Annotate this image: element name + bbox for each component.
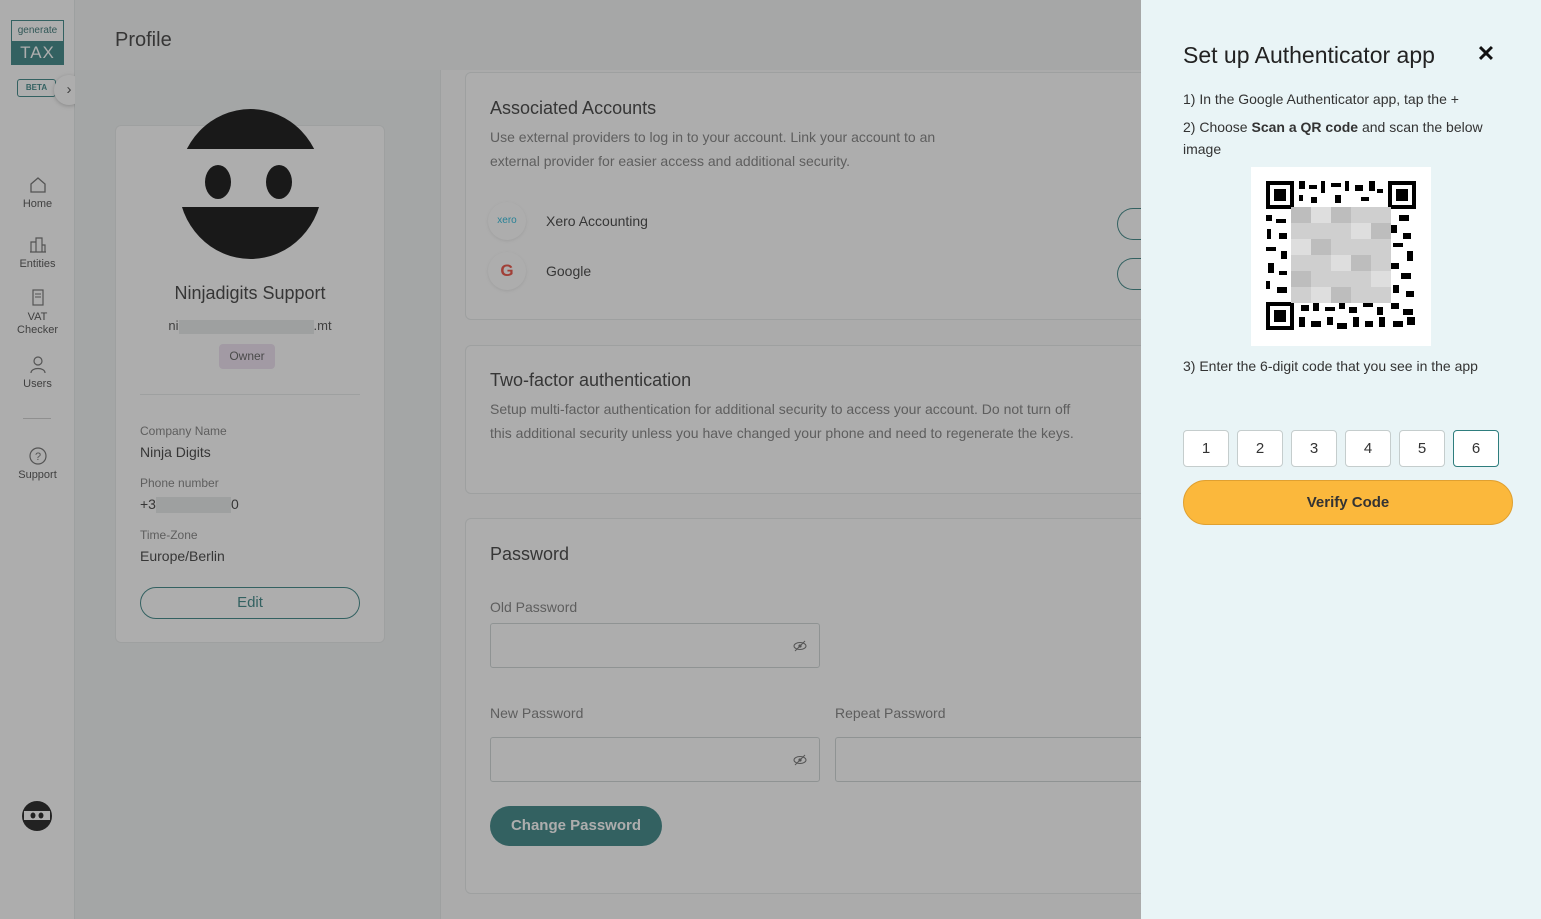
step-2-text: 2) Choose Scan a QR code and scan the be… — [1183, 116, 1508, 160]
qr-code-image — [1266, 181, 1416, 330]
code-digit-2[interactable]: 2 — [1237, 430, 1283, 467]
step-3-text: 3) Enter the 6-digit code that you see i… — [1183, 358, 1478, 374]
drawer-title: Set up Authenticator app — [1183, 42, 1435, 68]
code-digit-1[interactable]: 1 — [1183, 430, 1229, 467]
modal-backdrop[interactable] — [0, 0, 1141, 919]
verify-code-button[interactable]: Verify Code — [1183, 480, 1513, 525]
step-2-bold: Scan a QR code — [1251, 119, 1359, 135]
qr-code — [1251, 167, 1431, 346]
step-1-text: 1) In the Google Authenticator app, tap … — [1183, 91, 1459, 107]
code-digit-3[interactable]: 3 — [1291, 430, 1337, 467]
close-icon[interactable]: ✕ — [1474, 42, 1498, 66]
code-digit-5[interactable]: 5 — [1399, 430, 1445, 467]
code-digit-4[interactable]: 4 — [1345, 430, 1391, 467]
code-digit-6[interactable]: 6 — [1453, 430, 1499, 467]
step-2-pre: 2) Choose — [1183, 119, 1252, 135]
